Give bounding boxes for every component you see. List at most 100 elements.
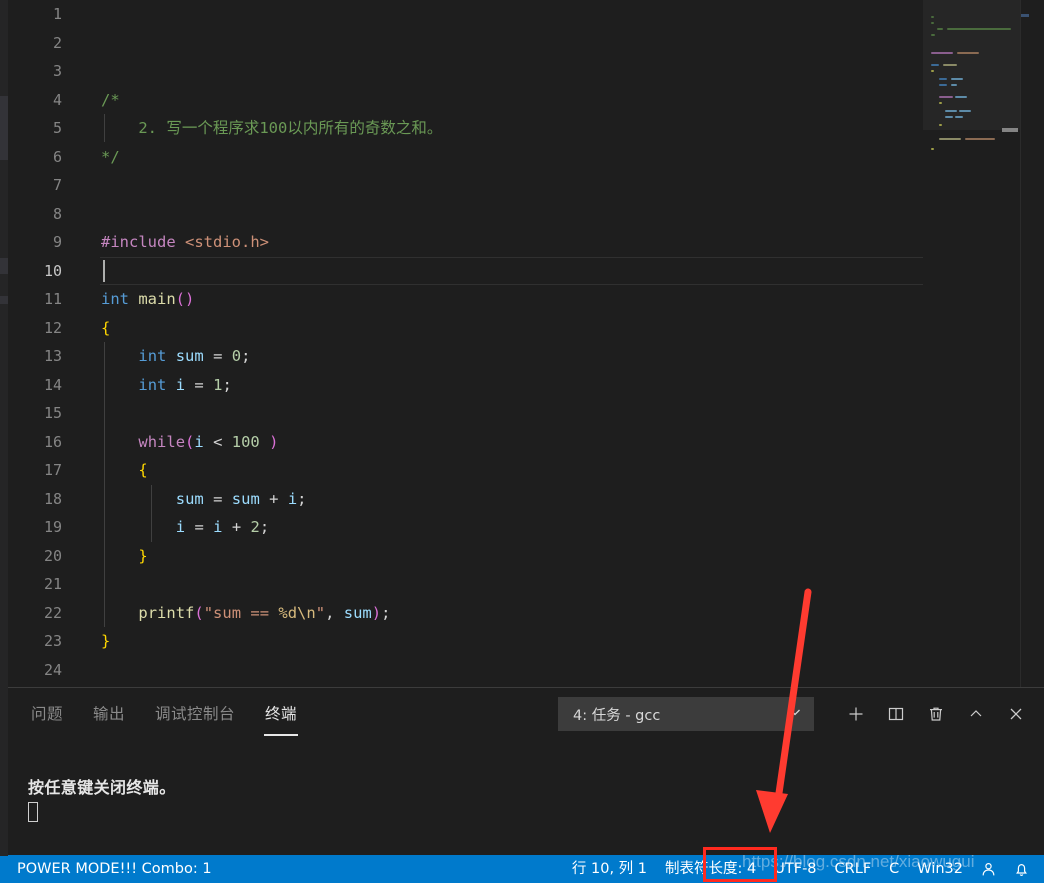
code-line[interactable]: 3 xyxy=(0,57,1044,86)
status-encoding[interactable]: UTF-8 xyxy=(765,855,825,883)
kill-terminal-trash-icon[interactable] xyxy=(916,696,956,732)
line-content: 2. 写一个程序求100以内所有的奇数之和。 xyxy=(101,119,443,137)
maximize-panel-chevron-up-icon[interactable] xyxy=(956,696,996,732)
code-line[interactable]: 6 */ xyxy=(0,143,1044,172)
indent-guide xyxy=(151,485,152,542)
line-number: 19 xyxy=(43,518,62,536)
line-number: 20 xyxy=(43,546,62,565)
line-content: #include <stdio.h> xyxy=(101,233,269,251)
chevron-down-icon xyxy=(787,704,803,724)
overview-ruler-mark xyxy=(1021,14,1029,17)
code-line[interactable]: 20 } xyxy=(0,542,1044,571)
split-terminal-icon[interactable] xyxy=(876,696,916,732)
line-number: 18 xyxy=(43,489,62,508)
code-line[interactable]: 13 int sum = 0; xyxy=(0,342,1044,371)
line-content: { xyxy=(101,318,111,337)
code-lines[interactable]: 1 2 3 4/* 5 2. 写一个程序求100以内所有的奇数之和。 6 */7 8 9 #inc… xyxy=(0,0,1044,687)
terminal-output-area[interactable]: 按任意键关闭终端。 xyxy=(0,740,1044,855)
status-eol[interactable]: CRLF xyxy=(826,855,881,883)
panel-tab-2[interactable]: 调试控制台 xyxy=(154,696,236,733)
line-number: 21 xyxy=(43,575,62,593)
line-content: } xyxy=(138,546,148,565)
terminal-selector[interactable]: 4: 任务 - gcc xyxy=(558,697,814,732)
code-line[interactable]: 5 2. 写一个程序求100以内所有的奇数之和。 xyxy=(0,114,1044,143)
code-line[interactable]: 23} xyxy=(0,627,1044,656)
code-line[interactable]: 15 xyxy=(0,399,1044,428)
panel-tab-1[interactable]: 输出 xyxy=(92,696,126,733)
terminal-cursor xyxy=(28,802,38,823)
bell-icon[interactable] xyxy=(1005,855,1038,883)
line-number: 23 xyxy=(43,632,62,650)
code-line[interactable]: 1 xyxy=(0,0,1044,29)
panel-header: 问题 输出 调试控制台 终端 4: 任务 - gcc xyxy=(0,688,1044,740)
code-line[interactable]: 2 xyxy=(0,29,1044,58)
line-content: int main() xyxy=(101,290,195,308)
line-number: 4 xyxy=(52,90,62,109)
line-content: printf("sum == %d\n", sum); xyxy=(138,603,391,622)
line-content: } xyxy=(101,632,111,650)
panel-tab-label: 问题 xyxy=(31,704,64,723)
code-line[interactable]: 4 /* xyxy=(0,86,1044,115)
editor-scrollbar[interactable] xyxy=(1020,0,1044,688)
indent-guide xyxy=(104,342,105,627)
status-bar-left: POWER MODE!!! Combo: 1 xyxy=(0,855,221,883)
bottom-panel: 问题 输出 调试控制台 终端 4: 任务 - gcc 按任意键关闭终端。 xyxy=(0,687,1044,855)
minimap[interactable] xyxy=(923,0,1021,688)
code-line[interactable]: 24 xyxy=(0,656,1044,685)
line-content: int sum = 0; xyxy=(138,347,251,365)
line-number: 10 xyxy=(43,261,62,280)
panel-tab-3[interactable]: 终端 xyxy=(264,696,299,736)
code-line[interactable]: 10 xyxy=(0,256,1044,286)
line-number: 22 xyxy=(43,603,62,622)
line-number: 11 xyxy=(43,290,62,308)
status-language-mode[interactable]: C xyxy=(880,855,908,883)
panel-tab-list: 问题 输出 调试控制台 终端 xyxy=(0,696,299,736)
line-number: 8 xyxy=(52,204,62,223)
line-number: 17 xyxy=(43,461,62,479)
person-feedback-icon[interactable] xyxy=(972,855,1005,883)
line-number: 6 xyxy=(52,147,62,166)
current-line-highlight xyxy=(100,256,973,285)
line-content: */ xyxy=(101,147,120,166)
line-number: 13 xyxy=(43,347,62,365)
panel-tab-label: 输出 xyxy=(93,704,126,723)
terminal-output-line: 按任意键关闭终端。 xyxy=(28,778,176,798)
code-editor[interactable]: 1 2 3 4/* 5 2. 写一个程序求100以内所有的奇数之和。 6 */7 8 9 #inc… xyxy=(0,0,1044,688)
panel-tab-label: 终端 xyxy=(265,704,298,723)
status-platform[interactable]: Win32 xyxy=(908,855,972,883)
code-line[interactable]: 18 sum = sum + i; xyxy=(0,485,1044,514)
code-line[interactable]: 21 xyxy=(0,570,1044,599)
activity-bar-marker-3 xyxy=(0,296,8,304)
code-line[interactable]: 7 xyxy=(0,171,1044,200)
code-line[interactable]: 9 #include <stdio.h> xyxy=(0,228,1044,257)
code-line[interactable]: 16 while(i < 100 ) xyxy=(0,428,1044,457)
line-number: 15 xyxy=(43,404,62,422)
line-number: 14 xyxy=(43,375,62,394)
code-line[interactable]: 17 { xyxy=(0,456,1044,485)
code-line[interactable]: 12 { xyxy=(0,314,1044,343)
line-number: 1 xyxy=(52,5,62,23)
code-line[interactable]: 22 printf("sum == %d\n", sum); xyxy=(0,599,1044,628)
close-panel-x-icon[interactable] xyxy=(996,696,1036,732)
panel-tab-label: 调试控制台 xyxy=(155,704,236,723)
line-number: 3 xyxy=(52,62,62,80)
code-line[interactable]: 8 xyxy=(0,200,1044,229)
status-cursor-position[interactable]: 行 10, 列 1 xyxy=(563,855,656,883)
code-line[interactable]: 11 int main() xyxy=(0,285,1044,314)
line-content: i = i + 2; xyxy=(175,518,270,536)
line-content: while(i < 100 ) xyxy=(138,432,279,451)
code-line[interactable]: 14 int i = 1; xyxy=(0,371,1044,400)
line-number: 2 xyxy=(52,33,62,52)
terminal-selector-value: 4: 任务 - gcc xyxy=(573,707,661,724)
line-number: 9 xyxy=(52,233,62,251)
code-line[interactable]: 19 i = i + 2; xyxy=(0,513,1044,542)
new-terminal-plus-icon[interactable] xyxy=(836,696,876,732)
panel-tab-0[interactable]: 问题 xyxy=(30,696,64,733)
text-caret xyxy=(103,259,105,282)
status-tab-size[interactable]: 制表符长度: 4 xyxy=(656,855,765,883)
status-bar: POWER MODE!!! Combo: 1 行 10, 列 1 制表符长度: … xyxy=(0,855,1044,883)
line-content: /* xyxy=(101,90,120,109)
panel-actions: 4: 任务 - gcc xyxy=(558,688,1036,740)
line-number: 5 xyxy=(52,119,62,137)
minimap-decoration xyxy=(1002,128,1018,132)
